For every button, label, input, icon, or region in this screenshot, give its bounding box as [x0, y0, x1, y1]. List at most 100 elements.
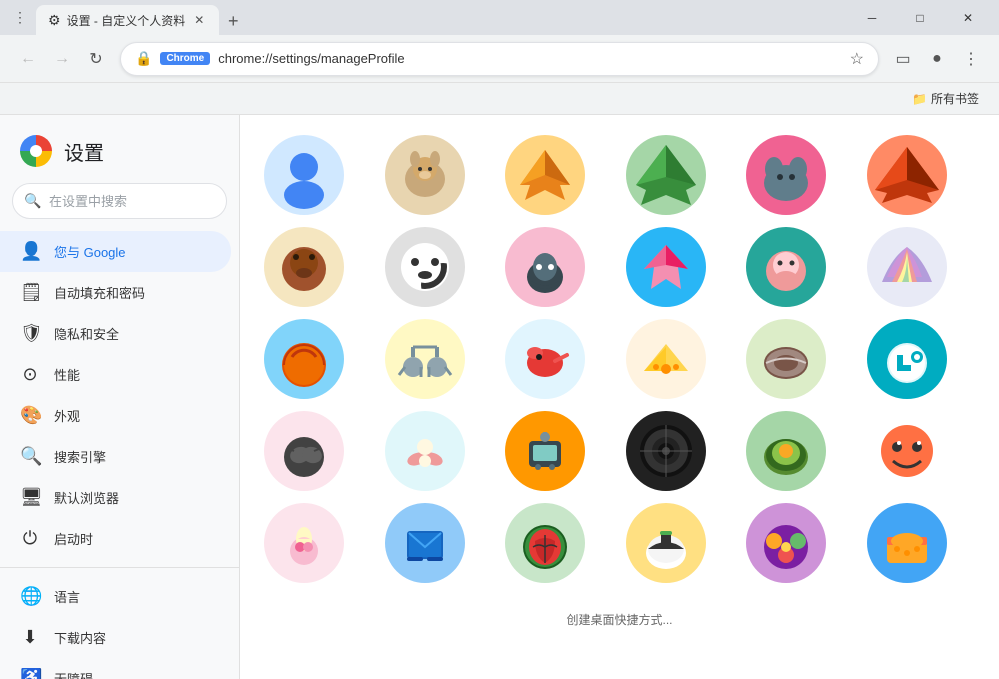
avatar-camera[interactable]: [505, 411, 585, 491]
content-area: 创建桌面快捷方式...: [240, 115, 999, 679]
tab-title: 设置 - 自定义个人资料: [67, 12, 186, 29]
privacy-icon: 🛡: [20, 323, 40, 344]
sidebar-item-label: 无障碍: [54, 669, 93, 679]
avatar-watermelon[interactable]: [505, 503, 585, 583]
sidebar-item-default-browser[interactable]: 🖥 默认浏览器: [0, 477, 231, 518]
download-icon: ⬇: [20, 627, 40, 648]
chrome-logo-icon: [20, 135, 52, 167]
sidebar-item-label: 下载内容: [54, 628, 106, 647]
google-icon: 👤: [20, 241, 40, 262]
main-layout: 设置 🔍 👤 您与 Google 🗒 自动填充和密码 🛡 隐私和安全 ⊙ 性能 …: [0, 115, 999, 679]
search-icon: 🔍: [24, 193, 41, 210]
active-tab[interactable]: ⚙ 设置 - 自定义个人资料 ✕: [36, 5, 219, 35]
omnibox[interactable]: 🔒 Chrome chrome://settings/manageProfile…: [120, 42, 879, 76]
avatar-cheese[interactable]: [626, 319, 706, 399]
sidebar-item-appearance[interactable]: 🎨 外观: [0, 395, 231, 436]
maximize-button[interactable]: □: [897, 0, 943, 35]
sidebar-item-accessibility[interactable]: ♿ 无障碍: [0, 658, 231, 679]
sidebar-item-label: 搜索引擎: [54, 447, 106, 466]
avatar-avocado[interactable]: [746, 411, 826, 491]
sidebar: 设置 🔍 👤 您与 Google 🗒 自动填充和密码 🛡 隐私和安全 ⊙ 性能 …: [0, 115, 240, 679]
autofill-icon: 🗒: [20, 282, 40, 303]
sidebar-button[interactable]: ▭: [887, 43, 919, 75]
avatar-origami-pink[interactable]: [626, 227, 706, 307]
sidebar-item-performance[interactable]: ⊙ 性能: [0, 354, 231, 395]
sidebar-item-label: 隐私和安全: [54, 324, 119, 343]
all-bookmarks-item[interactable]: 📁 所有书签: [904, 86, 987, 111]
sidebar-title: 设置: [64, 137, 104, 166]
avatar-toast[interactable]: [867, 503, 947, 583]
back-button[interactable]: ←: [12, 43, 44, 75]
sidebar-item-language[interactable]: 🌐 语言: [0, 576, 231, 617]
avatar-origami-fox[interactable]: [505, 135, 585, 215]
sidebar-item-label: 性能: [54, 365, 80, 384]
sidebar-item-label: 自动填充和密码: [54, 283, 145, 302]
omnibox-lock-icon: 🔒: [135, 50, 152, 67]
window-controls: ─ □ ✕: [849, 0, 991, 35]
avatar-basketball[interactable]: [264, 319, 344, 399]
minimize-button[interactable]: ─: [849, 0, 895, 35]
avatar-icecream[interactable]: [264, 503, 344, 583]
titlebar: ⋮ ⚙ 设置 - 自定义个人资料 ✕ + ─ □ ✕: [0, 0, 999, 35]
avatar-rabbit[interactable]: [746, 227, 826, 307]
appearance-icon: 🎨: [20, 405, 40, 426]
performance-icon: ⊙: [20, 364, 40, 385]
forward-button[interactable]: →: [46, 43, 78, 75]
url-display: chrome://settings/manageProfile: [218, 51, 841, 66]
avatar-sunglasses[interactable]: [264, 411, 344, 491]
all-bookmarks-label: 所有书签: [931, 90, 979, 107]
footer-text: 创建桌面快捷方式...: [264, 603, 975, 636]
avatar-origami-rainbow[interactable]: [867, 227, 947, 307]
avatar-origami-orange[interactable]: [867, 135, 947, 215]
avatar-puzzle[interactable]: [385, 503, 465, 583]
bookmarks-bar: 📁 所有书签: [0, 83, 999, 115]
sidebar-item-label: 您与 Google: [54, 242, 126, 261]
sidebar-item-download[interactable]: ⬇ 下载内容: [0, 617, 231, 658]
avatar-pizza[interactable]: [746, 503, 826, 583]
avatar-penguin[interactable]: [505, 227, 585, 307]
avatar-smile[interactable]: [867, 411, 947, 491]
avatar-elephant[interactable]: [746, 135, 826, 215]
sidebar-header: 设置: [0, 123, 239, 183]
reload-button[interactable]: ↻: [80, 43, 112, 75]
addressbar: ← → ↻ 🔒 Chrome chrome://settings/manageP…: [0, 35, 999, 83]
avatar-person[interactable]: [264, 135, 344, 215]
sidebar-item-google[interactable]: 👤 您与 Google: [0, 231, 231, 272]
sidebar-item-startup[interactable]: ⏻ 启动时: [0, 518, 231, 559]
avatar-cat[interactable]: [385, 135, 465, 215]
avatar-monkey[interactable]: [264, 227, 344, 307]
search-input[interactable]: [12, 183, 227, 219]
avatar-sushi-roll[interactable]: [867, 319, 947, 399]
avatar-football[interactable]: [746, 319, 826, 399]
tab-list-button[interactable]: ⋮: [8, 6, 32, 30]
sidebar-item-label: 语言: [54, 587, 80, 606]
navigation-buttons: ← → ↻: [12, 43, 112, 75]
avatar-grid: [264, 135, 975, 603]
sidebar-item-privacy[interactable]: 🛡 隐私和安全: [0, 313, 231, 354]
avatar-origami-bird-green[interactable]: [626, 135, 706, 215]
tab-close-button[interactable]: ✕: [191, 12, 207, 28]
avatar-sushi[interactable]: [385, 411, 465, 491]
avatar-onigiri[interactable]: [626, 503, 706, 583]
sidebar-item-label: 启动时: [54, 529, 93, 548]
sidebar-item-autofill[interactable]: 🗒 自动填充和密码: [0, 272, 231, 313]
avatar-bird-red[interactable]: [505, 319, 585, 399]
menu-button[interactable]: ⋮: [955, 43, 987, 75]
avatar-panda[interactable]: [385, 227, 465, 307]
sidebar-item-label: 外观: [54, 406, 80, 425]
close-button[interactable]: ✕: [945, 0, 991, 35]
folder-icon: 📁: [912, 92, 927, 106]
titlebar-left: ⋮: [8, 6, 32, 30]
avatar-bike[interactable]: [385, 319, 465, 399]
profile-button[interactable]: ●: [921, 43, 953, 75]
bookmark-star-icon[interactable]: ☆: [850, 49, 864, 69]
sidebar-item-label: 默认浏览器: [54, 488, 119, 507]
startup-icon: ⏻: [20, 528, 40, 549]
chrome-badge[interactable]: Chrome: [160, 52, 210, 65]
sidebar-item-search[interactable]: 🔍 搜索引擎: [0, 436, 231, 477]
language-icon: 🌐: [20, 586, 40, 607]
avatar-vinyl[interactable]: [626, 411, 706, 491]
tab-favicon: ⚙: [48, 12, 61, 29]
search-engine-icon: 🔍: [20, 446, 40, 467]
new-tab-button[interactable]: +: [219, 7, 247, 35]
